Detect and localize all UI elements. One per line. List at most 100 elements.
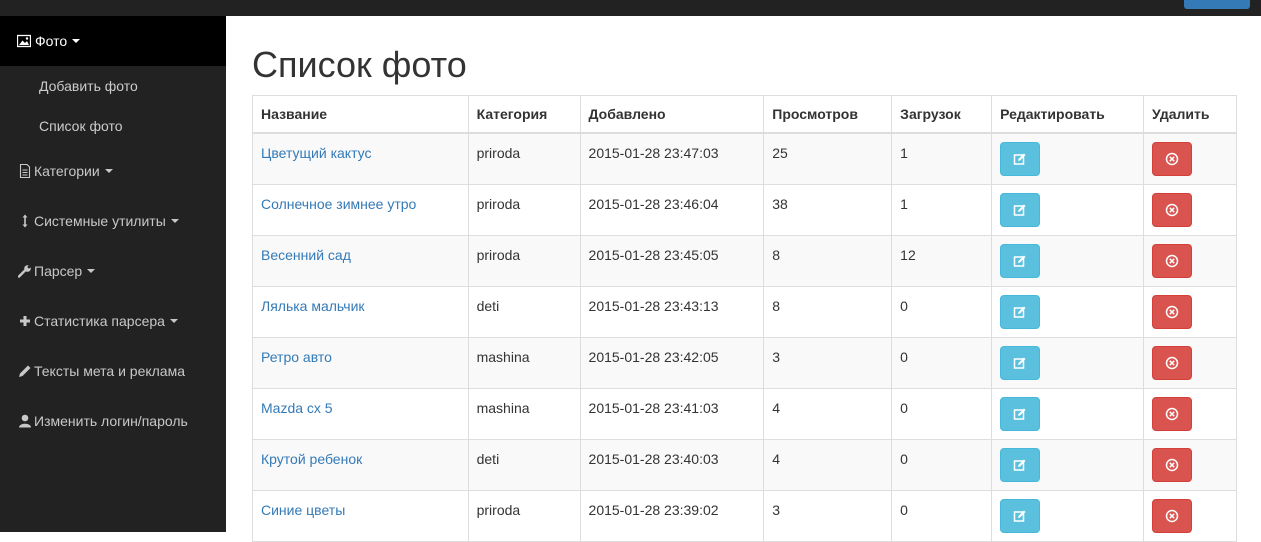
delete-button[interactable] xyxy=(1152,396,1192,431)
photo-submenu: Добавить фото Список фото xyxy=(0,66,226,146)
column-header-name: Название xyxy=(252,95,469,134)
cell-added: 2015-01-28 23:41:03 xyxy=(579,387,765,440)
column-header-downloads: Загрузок xyxy=(891,95,993,134)
cell-views: 3 xyxy=(763,336,893,389)
sidebar-item-change-login[interactable]: Изменить логин/пароль xyxy=(0,396,226,446)
main-content: Список фото Название Категория Добавлено… xyxy=(252,16,1237,542)
top-navbar xyxy=(0,0,1261,16)
cell-views: 8 xyxy=(763,234,893,287)
photo-name-link[interactable]: Синие цветы xyxy=(261,502,345,518)
cell-downloads: 12 xyxy=(891,234,993,287)
remove-circle-icon xyxy=(1165,509,1179,523)
cell-added: 2015-01-28 23:43:13 xyxy=(579,285,765,338)
sidebar-item-categories[interactable]: Категории xyxy=(0,146,226,196)
cell-downloads: 0 xyxy=(891,387,993,440)
table-row: Синие цветы priroda 2015-01-28 23:39:02 … xyxy=(252,489,1237,542)
edit-button[interactable] xyxy=(1000,294,1041,329)
delete-button[interactable] xyxy=(1152,141,1192,176)
cell-category: mashina xyxy=(467,336,581,389)
edit-button[interactable] xyxy=(1000,396,1041,431)
cell-downloads: 1 xyxy=(891,183,993,236)
plus-icon xyxy=(18,314,32,328)
cell-added: 2015-01-28 23:42:05 xyxy=(579,336,765,389)
edit-icon xyxy=(1013,458,1027,472)
edit-button[interactable] xyxy=(1000,141,1041,176)
sidebar-item-label: Фото xyxy=(35,33,68,49)
caret-down-icon xyxy=(104,169,113,173)
resize-vertical-icon xyxy=(18,214,32,228)
sidebar-item-label: Категории xyxy=(34,163,100,179)
photo-name-link[interactable]: Крутой ребенок xyxy=(261,451,362,467)
table-row: Солнечное зимнее утро priroda 2015-01-28… xyxy=(252,183,1237,236)
picture-icon xyxy=(17,34,31,48)
column-header-edit: Редактировать xyxy=(991,95,1144,134)
page-title: Список фото xyxy=(252,44,467,85)
photo-name-link[interactable]: Лялька мальчик xyxy=(261,298,365,314)
cell-category: deti xyxy=(467,285,581,338)
cell-views: 25 xyxy=(763,132,893,185)
remove-circle-icon xyxy=(1165,407,1179,421)
edit-button[interactable] xyxy=(1000,345,1041,380)
photo-name-link[interactable]: Mazda cx 5 xyxy=(261,400,333,416)
table-row: Лялька мальчик deti 2015-01-28 23:43:13 … xyxy=(252,285,1237,338)
edit-icon xyxy=(1013,152,1027,166)
sidebar-item-label: Изменить логин/пароль xyxy=(34,413,188,429)
photo-name-link[interactable]: Солнечное зимнее утро xyxy=(261,196,416,212)
remove-circle-icon xyxy=(1165,356,1179,370)
cell-added: 2015-01-28 23:39:02 xyxy=(579,489,765,542)
cell-category: priroda xyxy=(467,234,581,287)
table-header-row: Название Категория Добавлено Просмотров … xyxy=(252,95,1237,134)
table-body: Цветущий кактус priroda 2015-01-28 23:47… xyxy=(252,132,1237,542)
cell-views: 4 xyxy=(763,387,893,440)
edit-icon xyxy=(1013,407,1027,421)
edit-button[interactable] xyxy=(1000,192,1041,227)
cell-downloads: 0 xyxy=(891,438,993,491)
sidebar-item-system-utils[interactable]: Системные утилиты xyxy=(0,196,226,246)
column-header-category: Категория xyxy=(467,95,581,134)
sidebar-item-meta-texts[interactable]: Тексты мета и реклама xyxy=(0,346,226,396)
sidebar-item-label: Тексты мета и реклама xyxy=(34,363,186,379)
sidebar: Фото Добавить фото Список фото Категории… xyxy=(0,16,226,532)
column-header-views: Просмотров xyxy=(763,95,893,134)
sidebar-item-parser-stats[interactable]: Статистика парсера xyxy=(0,296,226,346)
table-row: Ретро авто mashina 2015-01-28 23:42:05 3… xyxy=(252,336,1237,389)
photo-name-link[interactable]: Весенний сад xyxy=(261,247,351,263)
navbar-button[interactable] xyxy=(1184,0,1250,9)
sidebar-item-add-photo[interactable]: Добавить фото xyxy=(0,66,226,106)
sidebar-item-photo[interactable]: Фото xyxy=(0,16,226,66)
user-icon xyxy=(18,414,32,428)
photo-name-link[interactable]: Цветущий кактус xyxy=(261,145,372,161)
sidebar-item-photo-list[interactable]: Список фото xyxy=(0,106,226,146)
file-icon xyxy=(18,164,32,178)
edit-icon xyxy=(1013,254,1027,268)
delete-button[interactable] xyxy=(1152,294,1192,329)
remove-circle-icon xyxy=(1165,254,1179,268)
edit-icon xyxy=(1013,356,1027,370)
cell-views: 3 xyxy=(763,489,893,542)
edit-button[interactable] xyxy=(1000,447,1041,482)
edit-icon xyxy=(1013,509,1027,523)
sidebar-item-parser[interactable]: Парсер xyxy=(0,246,226,296)
cell-category: priroda xyxy=(467,132,581,185)
edit-icon xyxy=(1013,305,1027,319)
photo-name-link[interactable]: Ретро авто xyxy=(261,349,332,365)
delete-button[interactable] xyxy=(1152,498,1192,533)
cell-views: 8 xyxy=(763,285,893,338)
table-row: Mazda cx 5 mashina 2015-01-28 23:41:03 4… xyxy=(252,387,1237,440)
cell-views: 38 xyxy=(763,183,893,236)
remove-circle-icon xyxy=(1165,305,1179,319)
sidebar-item-label: Системные утилиты xyxy=(34,213,166,229)
cell-category: priroda xyxy=(467,183,581,236)
column-header-delete: Удалить xyxy=(1143,95,1237,134)
edit-button[interactable] xyxy=(1000,498,1041,533)
delete-button[interactable] xyxy=(1152,345,1192,380)
cell-added: 2015-01-28 23:40:03 xyxy=(579,438,765,491)
caret-down-icon xyxy=(170,219,179,223)
table-row: Весенний сад priroda 2015-01-28 23:45:05… xyxy=(252,234,1237,287)
delete-button[interactable] xyxy=(1152,447,1192,482)
delete-button[interactable] xyxy=(1152,243,1192,278)
edit-button[interactable] xyxy=(1000,243,1041,278)
delete-button[interactable] xyxy=(1152,192,1192,227)
cell-added: 2015-01-28 23:47:03 xyxy=(579,132,765,185)
cell-added: 2015-01-28 23:45:05 xyxy=(579,234,765,287)
